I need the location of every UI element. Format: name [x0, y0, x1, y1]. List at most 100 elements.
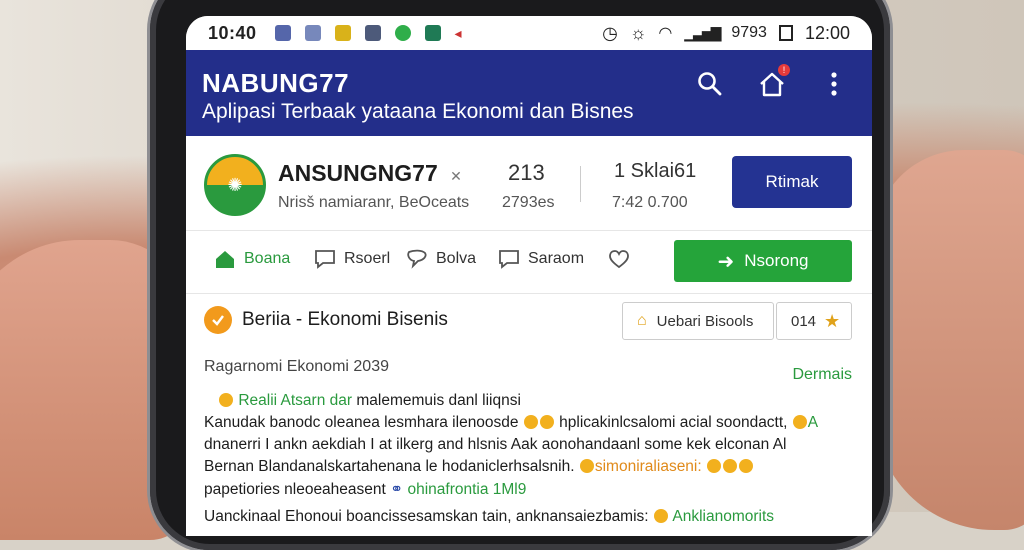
status-bar: 10:40 ◂ ◷ ☼ ◠ ▁▃▅▇ 9793 12:00: [186, 16, 872, 50]
alarm-icon: ◷: [602, 22, 618, 43]
tab-saved[interactable]: Saraom: [498, 249, 584, 269]
emoji-icon: [653, 509, 668, 523]
news-icon: [204, 306, 232, 334]
app-bar: NABUNG77 Aplipasi Terbaak yataana Ekonom…: [186, 50, 872, 136]
emoji-icon: [723, 459, 737, 473]
notifications-button[interactable]: !: [758, 64, 790, 98]
article-highlight: A: [807, 414, 819, 431]
chat-bubble-icon: [407, 249, 427, 269]
article-line: dnanerri I ankn aekdiah I at ilkerg and …: [204, 436, 787, 454]
emoji-icon: [219, 393, 233, 407]
tab-video-label: Bolva: [436, 250, 477, 267]
arrow-icon: ◂: [454, 24, 462, 41]
verified-icon: ✕: [450, 168, 462, 184]
section-header: Beriia - Ekonomi Bisenis: [204, 306, 448, 334]
send-icon: ➜: [717, 250, 735, 273]
home-icon: [216, 251, 234, 268]
article-text: hplicakinlcsalomi acial soondactt,: [559, 414, 788, 431]
more-link[interactable]: Dermais: [792, 366, 852, 384]
link-icon: ⚭: [390, 481, 404, 498]
check-icon: [424, 25, 441, 41]
rating-count: 014: [791, 312, 817, 330]
message-icon: [499, 250, 519, 269]
tab-video[interactable]: Bolva: [406, 249, 476, 269]
profile-card: ✺ ANSUNGNG77 ✕ Nrisš namiaranr, BeOceats…: [186, 136, 872, 231]
battery-icon: [778, 25, 793, 41]
bell-icon: ⌂: [637, 312, 647, 329]
gallery-icon: [274, 25, 291, 41]
status-right: ◷ ☼ ◠ ▁▃▅▇ 9793 12:00: [602, 23, 850, 44]
chat-icon: [394, 25, 411, 41]
phone-screen: 10:40 ◂ ◷ ☼ ◠ ▁▃▅▇ 9793 12:00 NABUNG77 A…: [186, 16, 872, 536]
tab-saved-label: Saraom: [528, 250, 585, 267]
emoji-icon: [523, 415, 538, 429]
app-subtitle: Aplipasi Terbaak yataana Ekonomi dan Bis…: [202, 100, 634, 123]
signal-icon: ▁▃▅▇: [684, 24, 721, 41]
send-button-label: Nsorong: [744, 251, 809, 270]
emoji-icon: [539, 415, 554, 429]
brightness-icon: ☼: [629, 22, 647, 43]
stat-followers-value: 1 Sklai61: [614, 160, 697, 182]
article-text: dnanerri I ankn aekdiah I at ilkerg and …: [204, 436, 787, 453]
more-options-button[interactable]: [820, 70, 848, 98]
article-highlight: ohinafrontia 1Ml9: [407, 481, 527, 498]
tab-recent[interactable]: Rsoerl: [314, 249, 390, 269]
emoji-icon: [579, 459, 594, 473]
cast-icon: [304, 25, 321, 41]
article-text: papetiories nleoeaheasent: [204, 481, 386, 498]
stat-divider: [580, 166, 581, 202]
filter-button-label: Uebari Bisools: [656, 312, 754, 330]
send-button[interactable]: ➜ Nsorong: [674, 240, 852, 282]
emoji-icon: [739, 459, 753, 473]
section-meta: Ragarnomi Ekonomi 2039: [204, 358, 389, 375]
stat-posts-value: 213: [508, 160, 545, 185]
shield-icon: [364, 25, 381, 41]
article-line: Uanckinaal Ehonoui boancissesamskan tain…: [204, 508, 774, 526]
article-text: Uanckinaal Ehonoui boancissesamskan tain…: [204, 508, 649, 525]
article-text: Kanudak banodc oleanea lesmhara ilenoosd…: [204, 414, 519, 431]
article-line: Bernan Blandanalskartahenana le hodanicl…: [204, 458, 754, 476]
right-hand: [874, 150, 1024, 530]
article-line: Realii Atsarn dar malememuis danl liiqns…: [218, 392, 521, 410]
follow-button[interactable]: Rtimak: [732, 156, 852, 208]
notification-icons: ◂: [274, 24, 462, 42]
search-icon: [698, 72, 722, 96]
stat-followers-label: 7:42 0.700: [612, 194, 688, 211]
tab-bar: Boana Rsoerl Bolva Saraom ➜ Nsorong: [186, 231, 872, 294]
emoji-icon: [792, 415, 807, 429]
article-text: Bernan Blandanalskartahenana le hodanicl…: [204, 458, 575, 475]
article-line: papetiories nleoeaheasent ⚭ ohinafrontia…: [204, 480, 526, 499]
star-icon: ★: [824, 310, 841, 331]
avatar[interactable]: ✺: [204, 154, 266, 216]
tab-recent-label: Rsoerl: [344, 250, 391, 267]
article-highlight: Realii Atsarn dar: [238, 392, 353, 409]
app-title: NABUNG77: [202, 68, 350, 98]
heart-icon: [609, 250, 629, 269]
article-highlight: Anklianomorits: [672, 508, 775, 525]
tab-home[interactable]: Boana: [214, 249, 290, 269]
profile-description: Nrisš namiaranr, BeOceats: [278, 194, 470, 211]
article-text: malememuis danl liiqnsi: [352, 392, 521, 409]
stat-posts-label: 2793es: [502, 194, 555, 211]
article-line: Kanudak banodc oleanea lesmhara ilenoosd…: [204, 414, 818, 432]
wifi-icon: ◠: [658, 25, 673, 42]
news-section: Beriia - Ekonomi Bisenis ⌂ Uebari Bisool…: [186, 294, 872, 534]
article-highlight: simoniraliaseni:: [594, 458, 702, 475]
battery-percent: 9793: [731, 24, 767, 41]
status-clock: 12:00: [804, 22, 850, 43]
app-icon: [334, 25, 351, 41]
profile-name-text: ANSUNGNG77: [278, 160, 438, 186]
tab-home-label: Boana: [244, 250, 291, 267]
search-button[interactable]: [696, 70, 724, 98]
notification-badge-icon: !: [778, 64, 790, 76]
app-bar-actions: !: [696, 64, 848, 98]
section-title: Beriia - Ekonomi Bisenis: [242, 309, 448, 330]
filter-button[interactable]: ⌂ Uebari Bisools: [622, 302, 774, 340]
comment-icon: [315, 250, 335, 269]
more-vertical-icon: [831, 72, 837, 96]
rating-button[interactable]: 014 ★: [776, 302, 852, 340]
profile-name: ANSUNGNG77 ✕: [278, 160, 462, 187]
status-time: 10:40: [208, 22, 257, 43]
emoji-icon: [707, 459, 721, 473]
tab-favorite[interactable]: [608, 249, 630, 269]
